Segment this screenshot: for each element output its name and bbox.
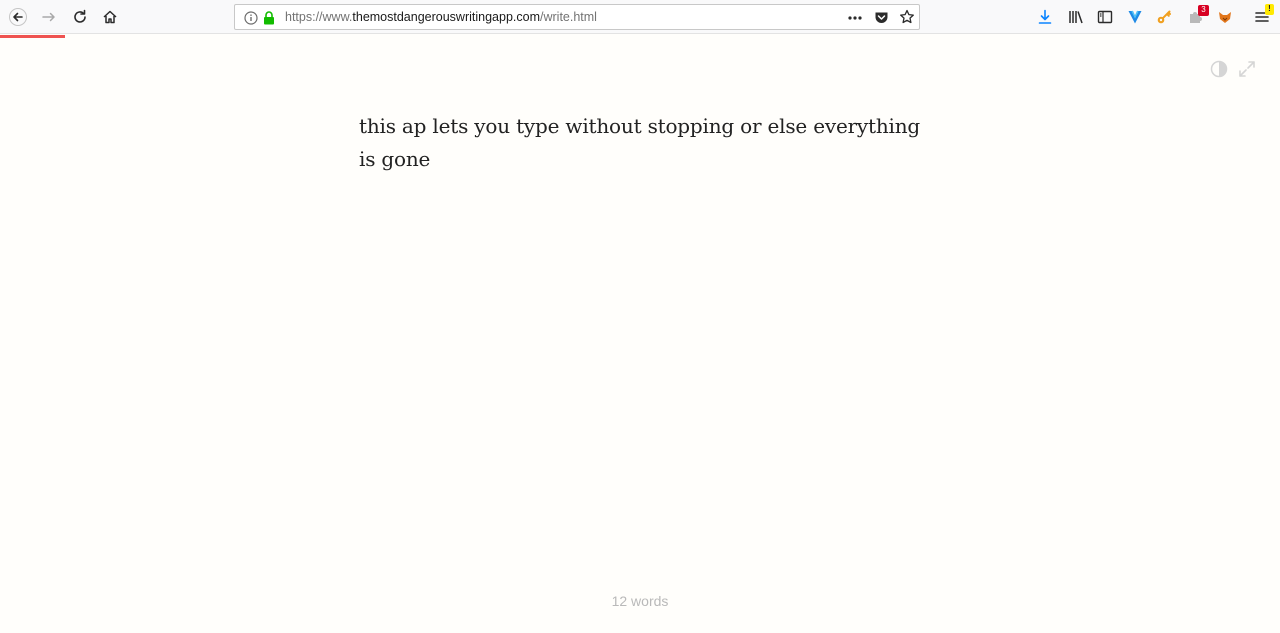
word-count: 12 words [611, 593, 669, 609]
fullscreen-expand-icon[interactable] [1236, 58, 1258, 80]
url-text[interactable]: https://www.themostdangerouswritingapp.c… [285, 10, 597, 24]
lock-icon[interactable] [263, 10, 275, 29]
back-arrow-icon [9, 8, 27, 26]
back-button[interactable] [4, 3, 32, 31]
library-button[interactable] [1062, 3, 1090, 31]
v-extension-icon [1128, 10, 1142, 24]
forward-button[interactable] [35, 3, 63, 31]
notification-badge: 3 [1198, 5, 1209, 16]
reload-icon [74, 9, 86, 23]
forward-arrow-icon [42, 12, 55, 22]
sidebar-icon [1097, 10, 1113, 24]
menu-button[interactable]: ! [1248, 3, 1276, 31]
extension-vue-button[interactable] [1121, 3, 1149, 31]
url-prefix: https://www. [285, 10, 353, 24]
fox-icon [1219, 12, 1231, 23]
extension-key-button[interactable] [1150, 3, 1178, 31]
home-button[interactable] [96, 3, 124, 31]
page-actions-icon[interactable] [847, 10, 863, 29]
timer-progress-bar [0, 35, 65, 38]
key-icon [1157, 10, 1171, 24]
extension-fox-button[interactable] [1211, 3, 1239, 31]
library-icon [1069, 11, 1083, 24]
download-icon [1038, 9, 1052, 24]
site-info-icon[interactable] [244, 10, 258, 29]
url-bar[interactable]: https://www.themostdangerouswritingapp.c… [234, 4, 920, 30]
home-icon [103, 10, 117, 24]
url-domain: themostdangerouswritingapp.com [352, 10, 540, 24]
browser-toolbar: https://www.themostdangerouswritingapp.c… [0, 0, 1280, 34]
bookmark-star-icon[interactable] [899, 9, 915, 29]
extension-notifications-button[interactable]: 3 [1182, 3, 1210, 31]
reload-button[interactable] [66, 3, 94, 31]
theme-toggle-icon[interactable] [1208, 58, 1230, 80]
sidebar-button[interactable] [1091, 3, 1119, 31]
update-badge: ! [1265, 4, 1274, 15]
downloads-button[interactable] [1031, 3, 1059, 31]
url-path: /write.html [540, 10, 597, 24]
writing-area[interactable]: this ap lets you type without stopping o… [359, 110, 929, 176]
pocket-icon[interactable] [874, 10, 889, 29]
